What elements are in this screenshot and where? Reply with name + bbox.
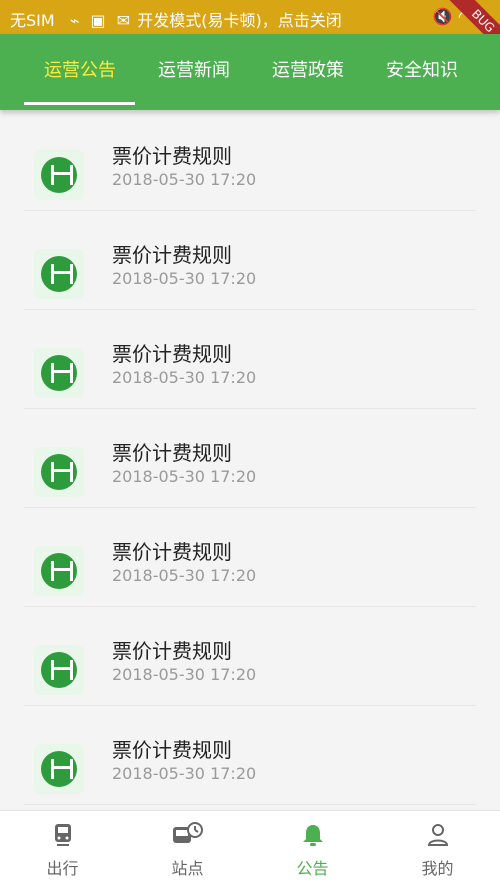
bottom-nav: 出行 站点 公告 我的 bbox=[0, 810, 500, 890]
bell-icon bbox=[302, 825, 323, 846]
nav-label: 站点 bbox=[171, 859, 204, 878]
list-item[interactable]: 票价计费规则 2018-05-30 17:20 bbox=[24, 508, 476, 607]
status-left: 无SIM ⌁ ▣ ✉ 开发模式(易卡顿)，点击关闭 bbox=[10, 7, 342, 31]
carrier-text: 无SIM bbox=[10, 11, 55, 30]
bus-clock-icon bbox=[172, 822, 203, 843]
nav-stations[interactable]: 站点 bbox=[125, 821, 250, 879]
metro-logo-icon bbox=[34, 546, 84, 596]
list-item[interactable]: 票价计费规则 2018-05-30 17:20 bbox=[24, 211, 476, 310]
list-item[interactable]: 票价计费规则 2018-05-30 17:20 bbox=[24, 112, 476, 211]
mail-icon: ✉ bbox=[116, 11, 131, 30]
list-item[interactable]: 票价计费规则 2018-05-30 17:20 bbox=[24, 607, 476, 706]
nav-label: 我的 bbox=[421, 859, 454, 878]
item-title: 票价计费规则 bbox=[112, 144, 232, 168]
list-item[interactable]: 票价计费规则 2018-05-30 17:20 bbox=[24, 409, 476, 508]
metro-logo-icon bbox=[34, 447, 84, 497]
item-title: 票价计费规则 bbox=[112, 738, 232, 762]
dev-mode-text[interactable]: 开发模式(易卡顿)，点击关闭 bbox=[137, 11, 342, 30]
user-icon bbox=[427, 824, 448, 846]
mute-icon: 🔇 bbox=[432, 7, 453, 26]
item-time: 2018-05-30 17:20 bbox=[112, 665, 257, 684]
nav-label: 公告 bbox=[296, 859, 329, 878]
item-time: 2018-05-30 17:20 bbox=[112, 269, 257, 288]
usb-icon: ⌁ bbox=[69, 11, 80, 30]
metro-logo-icon bbox=[34, 348, 84, 398]
nav-profile[interactable]: 我的 bbox=[375, 821, 500, 879]
item-time: 2018-05-30 17:20 bbox=[112, 467, 257, 486]
status-bar: 无SIM ⌁ ▣ ✉ 开发模式(易卡顿)，点击关闭 🔇 ◠ ▭ BUG bbox=[0, 0, 500, 56]
item-title: 票价计费规则 bbox=[112, 639, 232, 663]
metro-logo-icon bbox=[34, 645, 84, 695]
item-time: 2018-05-30 17:20 bbox=[112, 368, 257, 387]
item-time: 2018-05-30 17:20 bbox=[112, 764, 257, 783]
item-title: 票价计费规则 bbox=[112, 342, 232, 366]
metro-logo-icon bbox=[34, 744, 84, 794]
tab-safety[interactable]: 安全知识 bbox=[362, 56, 482, 82]
tab-announcements[interactable]: 运营公告 bbox=[20, 56, 140, 82]
list-item[interactable]: 票价计费规则 2018-05-30 17:20 bbox=[24, 310, 476, 409]
metro-logo-icon bbox=[34, 150, 84, 200]
metro-logo-icon bbox=[34, 249, 84, 299]
tab-bar: 运营公告 运营新闻 运营政策 安全知识 bbox=[0, 34, 500, 110]
item-title: 票价计费规则 bbox=[112, 441, 232, 465]
item-title: 票价计费规则 bbox=[112, 243, 232, 267]
tab-policy[interactable]: 运营政策 bbox=[248, 56, 368, 82]
notification-icon: ▣ bbox=[90, 11, 106, 30]
metro-icon bbox=[54, 824, 71, 846]
tab-news[interactable]: 运营新闻 bbox=[134, 56, 254, 82]
item-time: 2018-05-30 17:20 bbox=[112, 566, 257, 585]
list-item[interactable]: 票价计费规则 2018-05-30 17:20 bbox=[24, 706, 476, 805]
item-time: 2018-05-30 17:20 bbox=[112, 170, 257, 189]
announcement-list: 票价计费规则 2018-05-30 17:20 票价计费规则 2018-05-3… bbox=[0, 112, 500, 805]
tab-indicator bbox=[24, 102, 135, 105]
item-title: 票价计费规则 bbox=[112, 540, 232, 564]
nav-travel[interactable]: 出行 bbox=[0, 821, 125, 879]
nav-announcements[interactable]: 公告 bbox=[250, 821, 375, 879]
nav-label: 出行 bbox=[46, 859, 79, 878]
